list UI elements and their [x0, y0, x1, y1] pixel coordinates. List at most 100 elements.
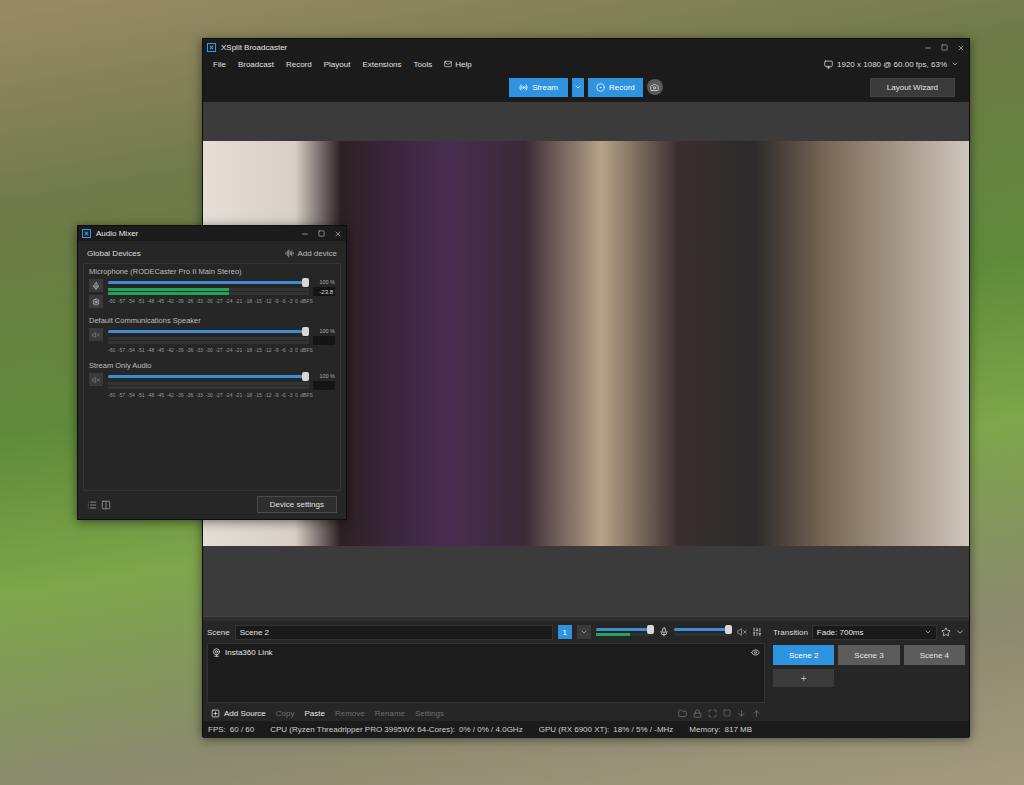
- scale-label: -24: [225, 392, 232, 398]
- mute-button[interactable]: [89, 373, 103, 386]
- minimize-icon[interactable]: [301, 230, 309, 238]
- scale-label: -30: [206, 298, 213, 304]
- scene-number-badge[interactable]: 1: [558, 625, 572, 639]
- menu-item[interactable]: File: [213, 60, 226, 69]
- mute-button[interactable]: [89, 279, 103, 292]
- audio-channel: Stream Only Audio100 %-60-57-54-51-48-45…: [89, 361, 335, 398]
- scene-name-field[interactable]: Scene 2: [235, 625, 553, 640]
- transition-dropdown[interactable]: Fade: 700ms: [812, 625, 937, 640]
- menu-item[interactable]: Extensions: [362, 60, 401, 69]
- source-action-button: Rename: [375, 709, 405, 718]
- audio-channel: Microphone (RODECaster Pro II Main Stere…: [89, 267, 335, 308]
- scale-label: -36: [186, 392, 193, 398]
- lock-icon[interactable]: [693, 709, 702, 718]
- mute-button[interactable]: [89, 328, 103, 341]
- scale-label: -30: [206, 347, 213, 353]
- scene-dropdown[interactable]: [577, 625, 591, 639]
- window-controls: [924, 44, 965, 52]
- layout-wizard-button[interactable]: Layout Wizard: [870, 78, 955, 97]
- menu-item[interactable]: Record: [286, 60, 312, 69]
- slider-knob[interactable]: [302, 372, 309, 381]
- scale-label: -15: [254, 347, 261, 353]
- channel-name: Stream Only Audio: [89, 361, 335, 370]
- speaker-muted-icon[interactable]: [737, 627, 747, 637]
- level-reading: [313, 336, 335, 345]
- channel-settings-button[interactable]: [89, 295, 103, 308]
- volume-slider[interactable]: [108, 330, 309, 333]
- resolution-info[interactable]: 1920 x 1080 @ 60.00 fps, 63%: [824, 60, 959, 69]
- scale-label: -36: [186, 298, 193, 304]
- mixer-icon[interactable]: [752, 627, 762, 637]
- square-icon[interactable]: [723, 709, 731, 717]
- menu-item[interactable]: Tools: [414, 60, 433, 69]
- scale-label: dBFS: [300, 392, 313, 398]
- window-title: XSplit Broadcaster: [221, 43, 919, 52]
- monitor-icon: [824, 60, 833, 69]
- scale-label: -21: [235, 298, 242, 304]
- title-bar: Audio Mixer: [78, 226, 346, 241]
- level-meter: [108, 337, 309, 344]
- list-view-icon[interactable]: [87, 500, 97, 510]
- volume-slider[interactable]: [674, 628, 732, 636]
- source-action-button[interactable]: Paste: [305, 709, 325, 718]
- scale-label: -48: [147, 392, 154, 398]
- title-bar: XSplit Broadcaster: [203, 39, 969, 56]
- status-bar: FPS:60 / 60CPU (Ryzen Threadripper PRO 3…: [203, 721, 969, 738]
- menu-item[interactable]: Help: [444, 60, 471, 69]
- scale-label: -9: [274, 298, 278, 304]
- mail-icon: [444, 60, 452, 68]
- dropdown-icon: [574, 83, 582, 91]
- bottom-panel: SceneScene 21Insta360 LinkAdd SourceCopy…: [203, 621, 969, 721]
- slider-knob[interactable]: [647, 625, 654, 634]
- fit-icon[interactable]: [708, 709, 717, 718]
- arrow-down-icon[interactable]: [737, 709, 746, 718]
- eye-icon[interactable]: [751, 648, 760, 657]
- slider-knob[interactable]: [302, 327, 309, 336]
- audio-lines-icon: [285, 249, 294, 258]
- meter-scale: -60-57-54-51-48-45-42-39-36-33-30-27-24-…: [108, 392, 335, 398]
- stream-menu-button[interactable]: [572, 78, 584, 97]
- volume-slider[interactable]: [108, 281, 309, 284]
- scale-label: -33: [196, 298, 203, 304]
- status-item: GPU (RX 6900 XT):18% / 5% / -MHz: [539, 725, 674, 734]
- stream-button[interactable]: Stream: [509, 78, 568, 97]
- close-icon[interactable]: [957, 44, 965, 52]
- arrow-up-icon[interactable]: [752, 709, 761, 718]
- record-button[interactable]: Record: [588, 78, 643, 97]
- slider-knob[interactable]: [725, 625, 732, 634]
- maximize-icon[interactable]: [318, 230, 325, 237]
- scale-label: -42: [167, 298, 174, 304]
- chevron-icon[interactable]: [955, 627, 965, 637]
- maximize-icon[interactable]: [941, 44, 948, 51]
- meter-scale: -60-57-54-51-48-45-42-39-36-33-30-27-24-…: [108, 347, 335, 353]
- screenshot-button[interactable]: [647, 79, 663, 95]
- device-settings-button[interactable]: Device settings: [257, 496, 337, 513]
- scene-button[interactable]: Scene 2: [773, 645, 834, 665]
- scale-label: -27: [215, 392, 222, 398]
- slider-knob[interactable]: [302, 278, 309, 287]
- scene-button[interactable]: Scene 3: [838, 645, 899, 665]
- scale-label: -39: [176, 347, 183, 353]
- minimize-icon[interactable]: [924, 44, 932, 52]
- scene-button[interactable]: Scene 4: [904, 645, 965, 665]
- menu-item[interactable]: Playout: [324, 60, 351, 69]
- scale-label: -51: [137, 347, 144, 353]
- add-device-button[interactable]: Add device: [285, 249, 337, 258]
- folder-icon[interactable]: [678, 709, 687, 718]
- volume-slider[interactable]: [596, 628, 654, 636]
- menu-item[interactable]: Broadcast: [238, 60, 274, 69]
- add-scene-button[interactable]: +: [773, 669, 834, 687]
- gear-icon: [92, 298, 100, 306]
- scale-label: -15: [254, 392, 261, 398]
- source-action-button: Remove: [335, 709, 365, 718]
- column-view-icon[interactable]: [101, 500, 111, 510]
- scale-label: -6: [281, 392, 285, 398]
- star-icon[interactable]: [941, 627, 951, 637]
- volume-slider[interactable]: [108, 375, 309, 378]
- scale-label: -45: [157, 298, 164, 304]
- mic-icon[interactable]: [659, 627, 669, 637]
- close-icon[interactable]: [334, 230, 342, 238]
- volume-label: 100 %: [313, 279, 335, 285]
- source-action-button[interactable]: Add Source: [211, 709, 266, 718]
- source-row[interactable]: Insta360 Link: [212, 646, 760, 659]
